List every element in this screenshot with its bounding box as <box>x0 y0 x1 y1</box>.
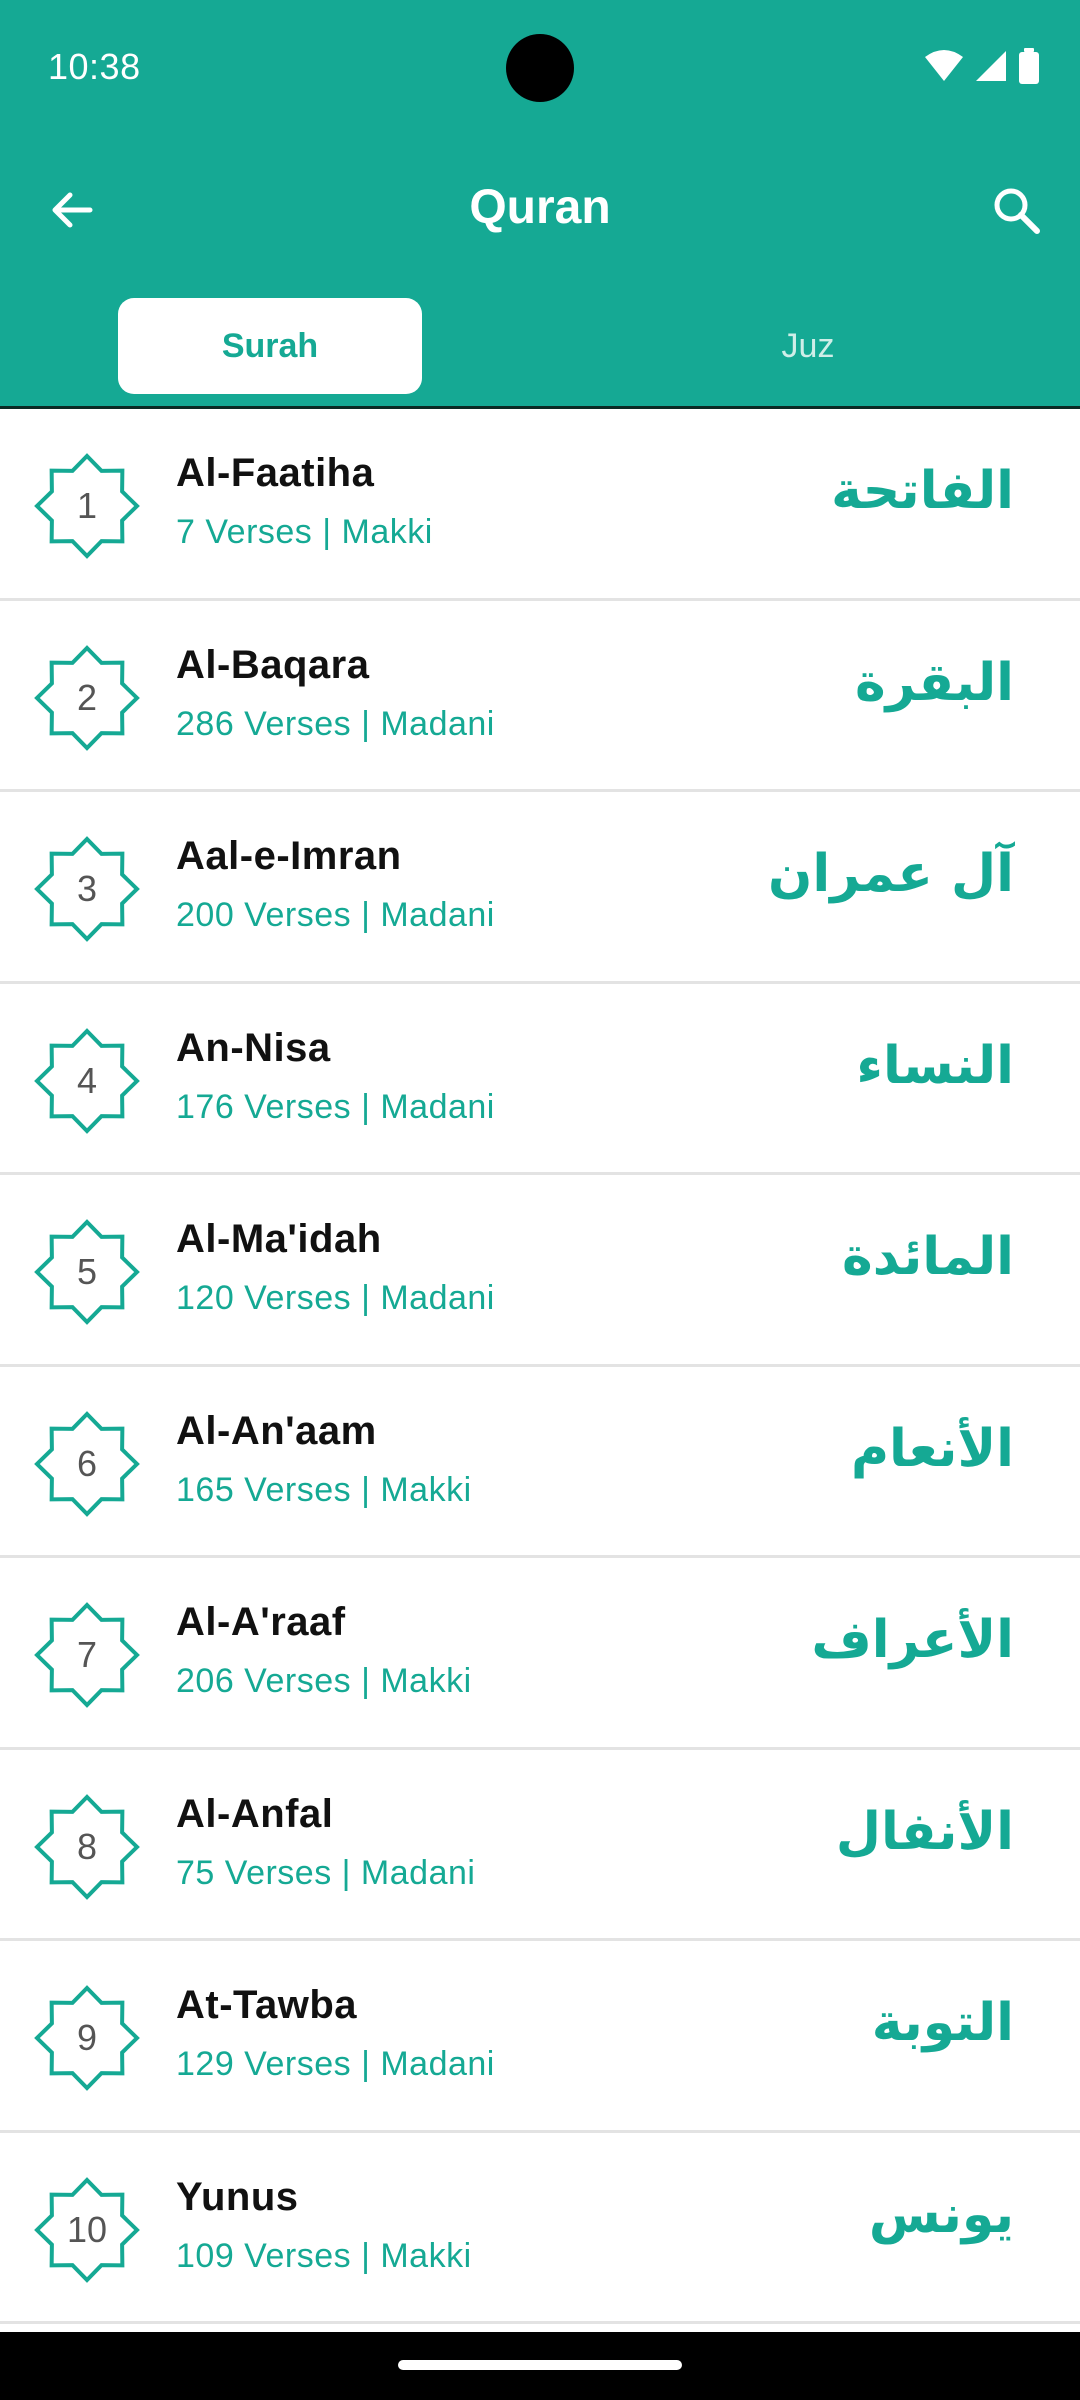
surah-arabic-name: الفاتحة <box>831 461 1014 521</box>
surah-list-item[interactable]: 1 Al-Faatiha 7 Verses | Makki الفاتحة <box>0 409 1080 601</box>
surah-number: 10 <box>66 2208 108 2250</box>
surah-number-badge: 9 <box>34 1985 140 2091</box>
surah-number: 3 <box>76 868 98 909</box>
surah-arabic-name: المائدة <box>842 1227 1014 1287</box>
surah-list-item[interactable]: 10 Yunus 109 Verses | Makki يونس <box>0 2132 1080 2324</box>
surah-number: 1 <box>76 485 98 526</box>
screen: 10:38 Quran Surah Juz 1 Al-Faatiha 7 Ver… <box>0 0 1080 2400</box>
search-icon <box>994 188 1040 234</box>
surah-name: Yunus <box>176 2174 299 2219</box>
navigation-bar <box>0 2332 1080 2400</box>
header: 10:38 Quran Surah Juz <box>0 0 1080 409</box>
tab-bar: Surah Juz <box>0 298 1080 394</box>
status-time: 10:38 <box>48 46 141 87</box>
surah-name: Al-Faatiha <box>176 451 375 495</box>
home-gesture-handle[interactable] <box>398 2360 682 2370</box>
surah-arabic-name: آل عمران <box>768 844 1014 904</box>
surah-number-badge: 5 <box>34 1219 140 1325</box>
surah-number-badge: 10 <box>34 2176 140 2283</box>
surah-number: 2 <box>76 676 98 718</box>
surah-meta: 200 Verses | Madani <box>176 896 495 934</box>
search-button[interactable] <box>980 174 1052 246</box>
app-bar: Quran <box>0 140 1080 280</box>
surah-meta: 109 Verses | Makki <box>176 2236 472 2275</box>
surah-number: 6 <box>76 1442 98 1484</box>
surah-arabic-name: يونس <box>868 2184 1014 2245</box>
surah-arabic-name: الأنفال <box>835 1801 1014 1862</box>
surah-number: 5 <box>76 1251 98 1292</box>
surah-name: Al-Ma'idah <box>176 1217 382 1261</box>
surah-list: 1 Al-Faatiha 7 Verses | Makki الفاتحة 2 … <box>0 409 1080 2324</box>
surah-number-badge: 4 <box>34 1027 140 1134</box>
surah-name: An-Nisa <box>176 1025 331 1070</box>
surah-number-badge: 2 <box>34 644 140 751</box>
surah-arabic-name: الأعراف <box>811 1610 1014 1670</box>
surah-arabic-name: النساء <box>856 1035 1014 1096</box>
tab-juz[interactable]: Juz <box>656 298 960 394</box>
surah-arabic-name: التوبة <box>871 1993 1014 2053</box>
status-bar: 10:38 <box>0 0 1080 136</box>
surah-meta: 120 Verses | Madani <box>176 1279 495 1317</box>
surah-meta: 176 Verses | Madani <box>176 1087 495 1126</box>
signal-icon <box>976 51 1006 81</box>
surah-number: 9 <box>76 2017 98 2058</box>
surah-list-item[interactable]: 4 An-Nisa 176 Verses | Madani النساء <box>0 983 1080 1175</box>
surah-number-badge: 6 <box>34 1410 140 1517</box>
surah-name: Al-Anfal <box>176 1791 334 1836</box>
surah-meta: 286 Verses | Madani <box>176 704 495 743</box>
camera-cutout <box>506 34 574 102</box>
surah-number-badge: 3 <box>34 836 140 942</box>
surah-number: 4 <box>76 1059 98 1101</box>
surah-number: 8 <box>76 1825 98 1867</box>
surah-meta: 75 Verses | Madani <box>176 1853 476 1892</box>
surah-list-item[interactable]: 9 At-Tawba 129 Verses | Madani التوبة <box>0 1941 1080 2133</box>
surah-number-badge: 7 <box>34 1602 140 1708</box>
battery-icon <box>1019 48 1039 84</box>
surah-name: Al-An'aam <box>176 1408 377 1453</box>
tab-surah[interactable]: Surah <box>118 298 422 394</box>
surah-list-item[interactable]: 2 Al-Baqara 286 Verses | Madani البقرة <box>0 600 1080 792</box>
surah-arabic-name: البقرة <box>854 652 1014 713</box>
page-title: Quran <box>469 181 611 234</box>
surah-name: At-Tawba <box>176 1983 358 2027</box>
status-icons <box>924 48 1040 84</box>
surah-list-item[interactable]: 6 Al-An'aam 165 Verses | Makki الأنعام <box>0 1366 1080 1558</box>
surah-meta: 165 Verses | Makki <box>176 1470 472 1509</box>
wifi-icon <box>925 50 963 81</box>
surah-name: Al-A'raaf <box>176 1600 346 1644</box>
surah-name: Aal-e-Imran <box>176 834 402 878</box>
surah-meta: 129 Verses | Madani <box>176 2045 495 2083</box>
surah-meta: 206 Verses | Makki <box>176 1662 472 1700</box>
surah-number: 7 <box>76 1634 98 1675</box>
surah-meta: 7 Verses | Makki <box>176 513 433 551</box>
surah-list-item[interactable]: 5 Al-Ma'idah 120 Verses | Madani المائدة <box>0 1175 1080 1367</box>
surah-name: Al-Baqara <box>176 642 370 687</box>
surah-number-badge: 1 <box>34 453 140 559</box>
surah-list-item[interactable]: 8 Al-Anfal 75 Verses | Madani الأنفال <box>0 1749 1080 1941</box>
surah-arabic-name: الأنعام <box>850 1418 1014 1479</box>
surah-list-item[interactable]: 7 Al-A'raaf 206 Verses | Makki الأعراف <box>0 1558 1080 1750</box>
surah-number-badge: 8 <box>34 1793 140 1900</box>
surah-list-item[interactable]: 3 Aal-e-Imran 200 Verses | Madani آل عمر… <box>0 792 1080 984</box>
